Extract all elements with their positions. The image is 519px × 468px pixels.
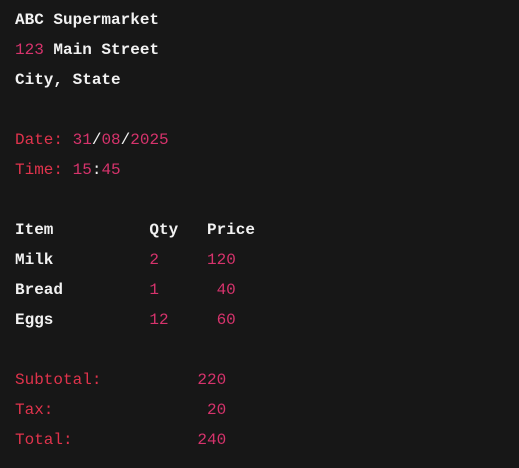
row-item: Eggs [15, 311, 54, 329]
header-item: Item [15, 221, 54, 239]
date-sep: / [120, 131, 131, 149]
date-year: 2025 [130, 131, 169, 149]
row-price: 60 [216, 311, 236, 329]
date-day: 31 [72, 131, 92, 149]
table-row: Milk 2 120 [15, 245, 519, 275]
date-month: 08 [101, 131, 121, 149]
subtotal-line: Subtotal: 220 [15, 365, 519, 395]
time-label: Time: [15, 161, 64, 179]
tax-line: Tax: 20 [15, 395, 519, 425]
receipt-code-block: ABC Supermarket 123 Main Street City, St… [0, 0, 519, 455]
total-label: Total: [15, 431, 73, 449]
time-hour: 15 [72, 161, 92, 179]
total-line: Total: 240 [15, 425, 519, 455]
store-name-line: ABC Supermarket [15, 5, 519, 35]
tax-label: Tax: [15, 401, 54, 419]
store-name: ABC Supermarket [15, 11, 160, 29]
city-state: City, State [15, 71, 121, 89]
street-number: 123 [15, 41, 44, 59]
table-row: Bread 1 40 [15, 275, 519, 305]
row-item: Milk [15, 251, 54, 269]
address-line: 123 Main Street [15, 35, 519, 65]
row-price: 40 [216, 281, 236, 299]
tax-value: 20 [206, 401, 227, 419]
row-qty: 1 [149, 281, 159, 299]
table-header: Item Qty Price [15, 215, 519, 245]
row-qty: 12 [149, 311, 169, 329]
row-item: Bread [15, 281, 64, 299]
header-price: Price [206, 221, 255, 239]
table-row: Eggs 12 60 [15, 305, 519, 335]
date-line: Date: 31/08/2025 [15, 125, 519, 155]
time-line: Time: 15:45 [15, 155, 519, 185]
city-line: City, State [15, 65, 519, 95]
street-name: Main Street [53, 41, 160, 59]
header-qty: Qty [149, 221, 179, 239]
subtotal-label: Subtotal: [15, 371, 102, 389]
time-minute: 45 [101, 161, 121, 179]
subtotal-value: 220 [197, 371, 227, 389]
date-label: Date: [15, 131, 64, 149]
row-price: 120 [206, 251, 236, 269]
date-sep: / [91, 131, 102, 149]
time-sep: : [91, 161, 102, 179]
total-value: 240 [197, 431, 227, 449]
row-qty: 2 [149, 251, 159, 269]
